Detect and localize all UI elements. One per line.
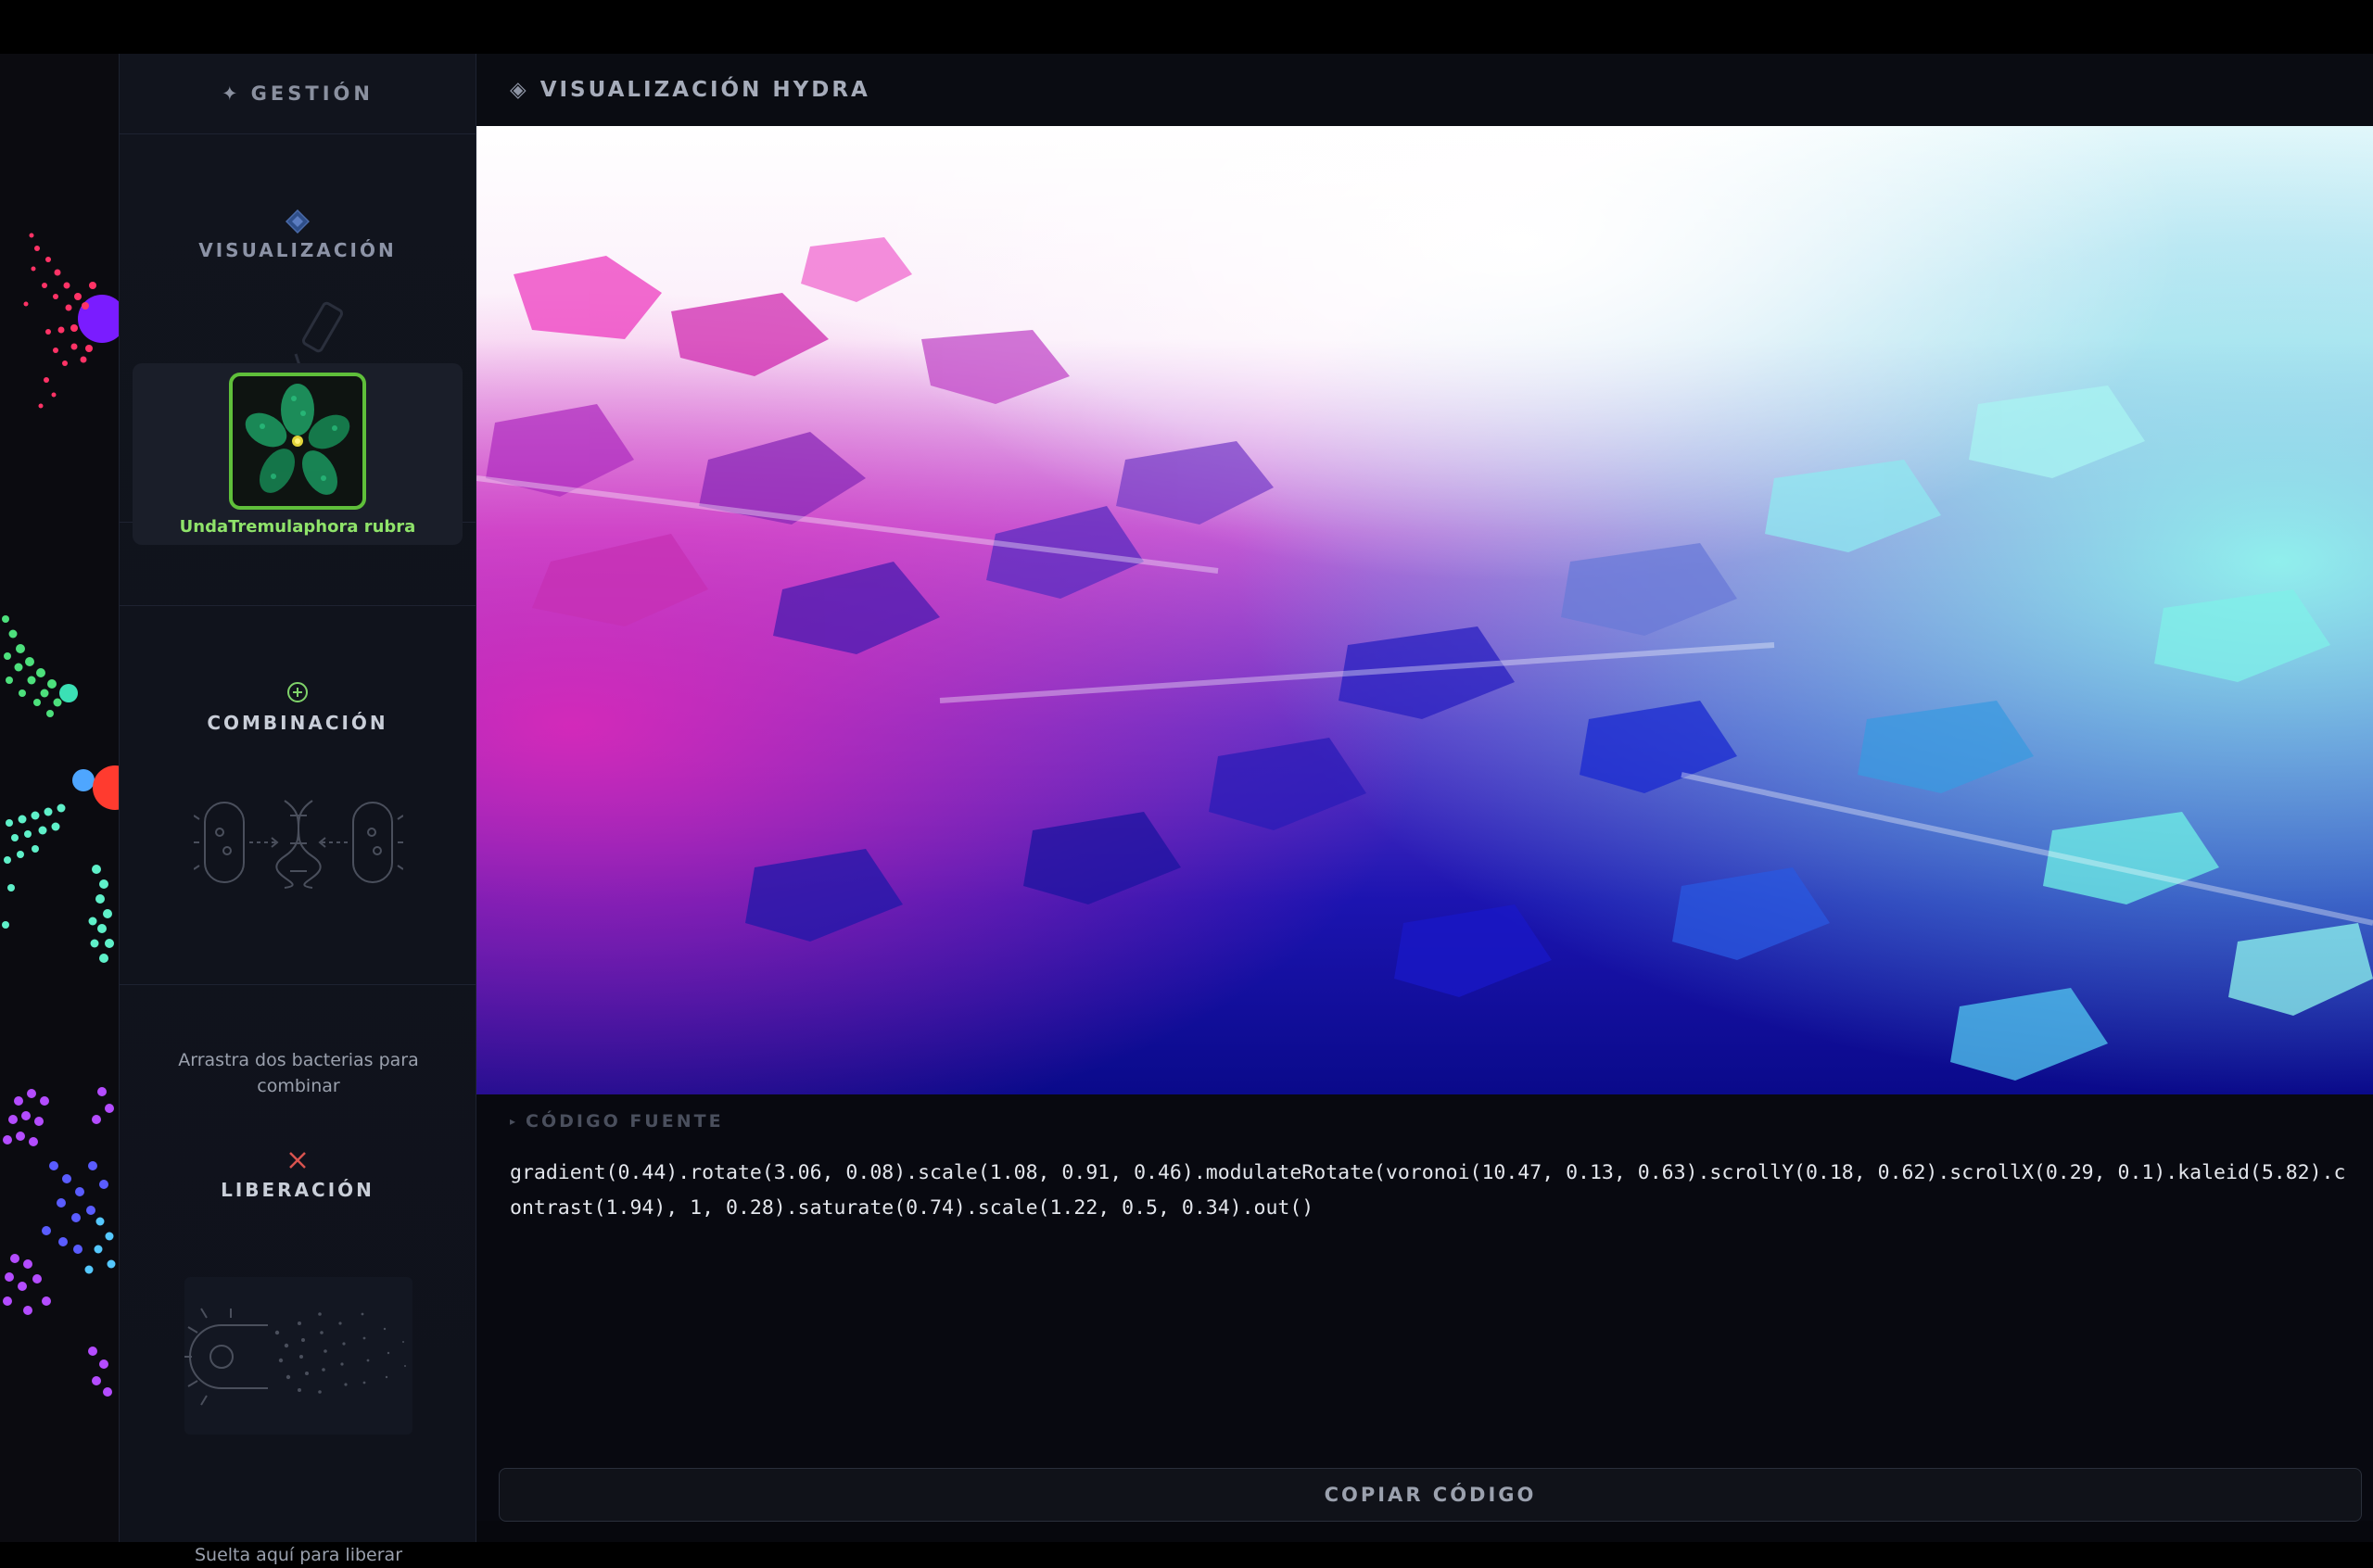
main-title: VISUALIZACIÓN HYDRA [539, 78, 870, 102]
bacteria-colony-violet[interactable] [3, 1087, 116, 1397]
petri-dish-area[interactable] [0, 54, 119, 1542]
release-illustration-icon [184, 1277, 412, 1435]
bacteria-image [245, 384, 350, 495]
diamond-outline-icon: ◈ [510, 78, 529, 102]
bacteria-colonies [2, 233, 120, 1397]
hydra-canvas[interactable] [476, 126, 2373, 1094]
hydra-visualization-panel: ◈ VISUALIZACIÓN HYDRA ▸ CÓDIGO FUENTE gr… [476, 54, 2373, 1542]
sidebar-title: GESTIÓN [250, 82, 374, 105]
bacteria-colony-red[interactable] [23, 233, 120, 409]
source-code-panel: ▸ CÓDIGO FUENTE gradient(0.44).rotate(3.0… [476, 1094, 2373, 1521]
combination-illustration-icon [194, 800, 403, 889]
x-icon [289, 1152, 306, 1169]
selected-bacteria-card[interactable]: UndaTremulaphora rubra [133, 363, 463, 545]
plus-circle-icon [287, 682, 308, 702]
bacteria-colony-green[interactable] [2, 615, 119, 963]
combination-title: COMBINACIÓN [207, 712, 388, 734]
management-sidebar: ✦ GESTIÓN VISUALIZACIÓN UndaTremulaphora… [119, 54, 476, 1565]
liberation-dropzone[interactable]: LIBERACIÓN Suelta aquí para liberar [120, 1073, 476, 1565]
diamond-icon [286, 209, 310, 234]
copy-code-button[interactable]: COPIAR CÓDIGO [499, 1468, 2362, 1522]
liberation-hint: Suelta aquí para liberar [194, 1545, 403, 1565]
source-code-toggle[interactable]: ▸ CÓDIGO FUENTE [510, 1111, 724, 1132]
window-top-bar [0, 0, 2373, 54]
bacteria-name-label: UndaTremulaphora rubra [179, 517, 416, 537]
liberation-title: LIBERACIÓN [221, 1179, 374, 1201]
visualization-title: VISUALIZACIÓN [198, 239, 397, 261]
bacteria-thumbnail[interactable] [229, 373, 366, 510]
triangle-right-icon: ▸ [510, 1115, 519, 1128]
source-code-text[interactable]: gradient(0.44).rotate(3.06, 0.08).scale(… [510, 1156, 2354, 1226]
visualization-section[interactable]: VISUALIZACIÓN UndaTremulaphora rubra [120, 135, 476, 545]
combination-dropzone[interactable]: COMBINACIÓN Arrastra dos bacterias para … [120, 605, 476, 1096]
hydra-output-image [476, 126, 2373, 1094]
sidebar-header: ✦ GESTIÓN [120, 54, 476, 134]
main-header: ◈ VISUALIZACIÓN HYDRA [476, 54, 2373, 126]
sparkle-icon: ✦ [222, 82, 242, 105]
